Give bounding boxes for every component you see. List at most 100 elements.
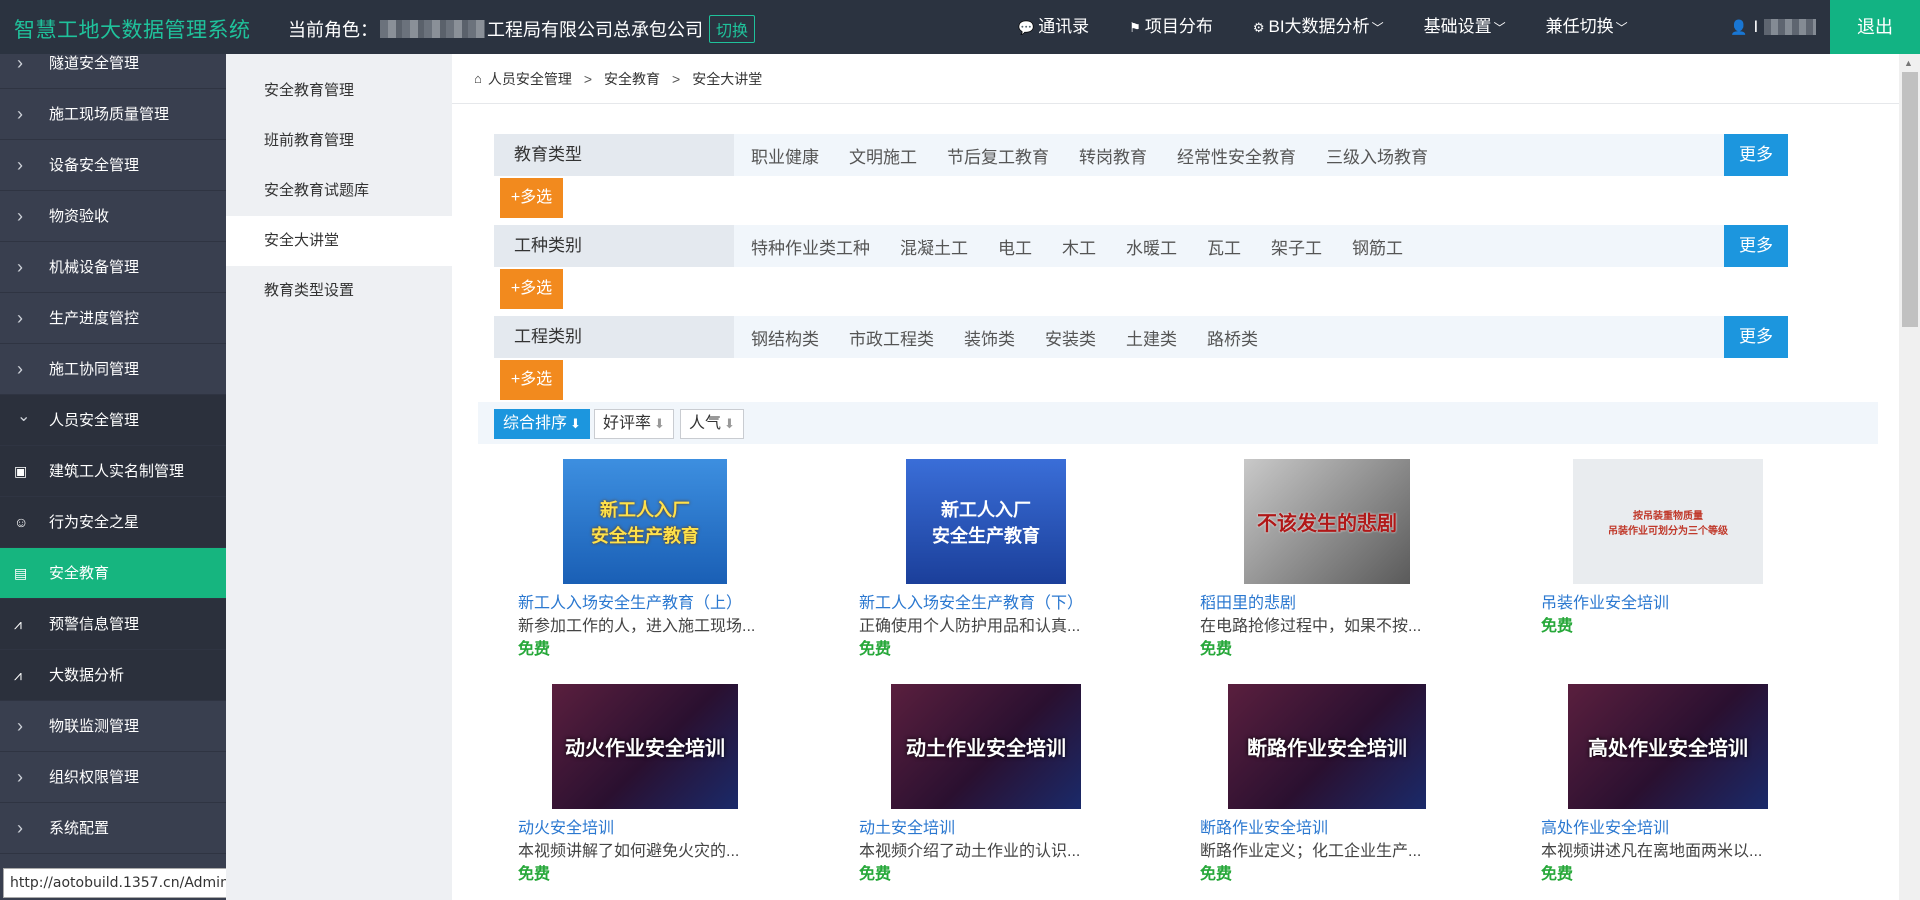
- video-title[interactable]: 高处作业安全培训: [1541, 814, 1669, 838]
- topnav-label: 通讯录: [1038, 17, 1090, 36]
- sort-button[interactable]: 人气 ⬇: [680, 409, 744, 439]
- price-badge: 免费: [1541, 618, 1574, 635]
- video-thumbnail[interactable]: 断路作业安全培训: [1228, 684, 1426, 809]
- submenu-item[interactable]: 安全教育试题库: [226, 166, 452, 216]
- main-content: ⌂ 人员安全管理 > 安全教育 > 安全大讲堂 教育类型 职业健康 文明施工 节后复工…: [452, 54, 1899, 900]
- sidebar-item-label: 物资验收: [49, 208, 110, 225]
- video-title[interactable]: 新工人入场安全生产教育（上）: [518, 589, 742, 613]
- submenu-item[interactable]: 班前教育管理: [226, 116, 452, 166]
- logout-button[interactable]: 退出: [1830, 0, 1920, 54]
- filter-option[interactable]: 钢结构类: [734, 325, 834, 350]
- chevron-right-icon: ›: [17, 308, 23, 328]
- topnav-label: BI大数据分析: [1268, 17, 1370, 36]
- scroll-up-icon[interactable]: ▲: [1904, 58, 1913, 68]
- sidebar-item[interactable]: ⩘ 预警信息管理: [0, 599, 226, 650]
- video-thumbnail[interactable]: 新工人入厂 安全生产教育: [906, 459, 1066, 584]
- sidebar-item[interactable]: ☺ 行为安全之星: [0, 497, 226, 548]
- sidebar-item[interactable]: ▤ 安全教育: [0, 548, 226, 599]
- filter-option[interactable]: 木工: [1047, 234, 1111, 259]
- sidebar-item[interactable]: › 生产进度管控: [0, 293, 226, 344]
- filter-option[interactable]: 电工: [983, 234, 1047, 259]
- filter-option[interactable]: 装饰类: [949, 325, 1030, 350]
- filter-row: 工程类别 钢结构类 市政工程类 装饰类 安装类 土建类 路桥类 更多: [494, 316, 1788, 358]
- scrollbar-thumb[interactable]: [1902, 72, 1918, 327]
- scrollbar[interactable]: ▲: [1899, 54, 1920, 900]
- topnav-item[interactable]: ⚑ 项目分布: [1109, 0, 1233, 54]
- sidebar-item[interactable]: › 设备安全管理: [0, 140, 226, 191]
- breadcrumb-separator: >: [672, 70, 681, 87]
- video-thumbnail[interactable]: 按吊装重物质量 吊装作业可划分为三个等级: [1573, 459, 1763, 584]
- price-badge: 免费: [859, 641, 892, 658]
- sort-button[interactable]: 综合排序 ⬇: [494, 409, 590, 439]
- sidebar-item[interactable]: › 系统配置: [0, 803, 226, 854]
- sidebar-item[interactable]: › 物联监测管理: [0, 701, 226, 752]
- filter-option[interactable]: 水暖工: [1111, 234, 1192, 259]
- app-title[interactable]: 智慧工地大数据管理系统: [14, 14, 251, 44]
- filter-option[interactable]: 瓦工: [1192, 234, 1256, 259]
- submenu-item[interactable]: 安全大讲堂: [226, 216, 452, 266]
- sidebar-item[interactable]: ⩘ 大数据分析: [0, 650, 226, 701]
- multi-select-button[interactable]: +多选: [500, 269, 563, 309]
- topnav-item[interactable]: 💬 通讯录: [998, 0, 1109, 54]
- filter-option[interactable]: 市政工程类: [834, 325, 949, 350]
- filter-option[interactable]: 转岗教育: [1064, 143, 1162, 168]
- sidebar-item-label: 行为安全之星: [49, 514, 140, 531]
- submenu-item[interactable]: 安全教育管理: [226, 66, 452, 116]
- topnav-item[interactable]: ⚙ BI大数据分析 ﹀: [1233, 0, 1404, 54]
- video-card: 新工人入厂 安全生产教育 新工人入场安全生产教育（上） 新参加工作的人，进入施工现场…: [498, 459, 798, 664]
- filter-row: 教育类型 职业健康 文明施工 节后复工教育 转岗教育 经常性安全教育 三级入场教育 更多: [494, 134, 1788, 176]
- more-button[interactable]: 更多: [1724, 134, 1788, 176]
- multi-select-button[interactable]: +多选: [500, 178, 563, 218]
- price-badge: 免费: [1200, 641, 1233, 658]
- sort-button[interactable]: 好评率 ⬇: [594, 409, 674, 439]
- filter-option[interactable]: 职业健康: [734, 143, 834, 168]
- breadcrumb: ⌂ 人员安全管理 > 安全教育 > 安全大讲堂: [452, 54, 1899, 104]
- video-title[interactable]: 断路作业安全培训: [1200, 814, 1328, 838]
- video-thumbnail[interactable]: 新工人入厂 安全生产教育: [563, 459, 727, 584]
- switch-role-button[interactable]: 切换: [709, 15, 756, 43]
- video-thumbnail[interactable]: 动火作业安全培训: [552, 684, 738, 809]
- breadcrumb-item[interactable]: 安全教育: [604, 69, 660, 89]
- filter-option[interactable]: 混凝土工: [885, 234, 983, 259]
- video-title[interactable]: 动火安全培训: [518, 814, 614, 838]
- sidebar-item[interactable]: ⌄ 人员安全管理: [0, 395, 226, 446]
- chevron-right-icon: ›: [17, 155, 23, 175]
- video-card: 断路作业安全培训 断路作业安全培训 断路作业定义；化工企业生产... 免费: [1180, 684, 1480, 889]
- sidebar-item[interactable]: › 施工现场质量管理: [0, 89, 226, 140]
- filter-option[interactable]: 土建类: [1111, 325, 1192, 350]
- sidebar-item[interactable]: ▣ 建筑工人实名制管理: [0, 446, 226, 497]
- filter-option[interactable]: 钢筋工: [1337, 234, 1418, 259]
- filter-option[interactable]: 节后复工教育: [932, 143, 1064, 168]
- video-title[interactable]: 稻田里的悲剧: [1200, 589, 1296, 613]
- video-title[interactable]: 吊装作业安全培训: [1541, 589, 1669, 613]
- video-thumbnail[interactable]: 动土作业安全培训: [891, 684, 1081, 809]
- sort-label: 综合排序: [503, 415, 568, 432]
- video-description: 断路作业定义；化工企业生产...: [1200, 843, 1422, 860]
- sidebar-item[interactable]: › 组织权限管理: [0, 752, 226, 803]
- multi-select-button[interactable]: +多选: [500, 360, 563, 400]
- filter-option[interactable]: 路桥类: [1192, 325, 1273, 350]
- sidebar-item[interactable]: › 物资验收: [0, 191, 226, 242]
- sidebar-item[interactable]: › 机械设备管理: [0, 242, 226, 293]
- breadcrumb-item[interactable]: 人员安全管理: [488, 69, 572, 89]
- submenu-item[interactable]: 教育类型设置: [226, 266, 452, 316]
- video-thumbnail[interactable]: 不该发生的悲剧: [1244, 459, 1410, 584]
- topnav-item[interactable]: 基础设置 ﹀: [1404, 0, 1526, 54]
- sidebar-item[interactable]: › 隧道安全管理: [0, 54, 226, 89]
- video-thumbnail[interactable]: 高处作业安全培训: [1568, 684, 1768, 809]
- filter-option[interactable]: 三级入场教育: [1311, 143, 1443, 168]
- filter-option[interactable]: 安装类: [1030, 325, 1111, 350]
- topnav-label: 兼任切换: [1545, 17, 1614, 36]
- filter-option[interactable]: 架子工: [1256, 234, 1337, 259]
- topnav-item[interactable]: 兼任切换 ﹀: [1526, 0, 1648, 54]
- video-title[interactable]: 动土安全培训: [859, 814, 955, 838]
- sidebar-item[interactable]: › 施工协同管理: [0, 344, 226, 395]
- more-button[interactable]: 更多: [1724, 225, 1788, 267]
- filter-option[interactable]: 特种作业类工种: [734, 234, 885, 259]
- filter-option[interactable]: 文明施工: [834, 143, 932, 168]
- home-icon[interactable]: ⌂: [474, 71, 482, 86]
- filter-option[interactable]: 经常性安全教育: [1162, 143, 1311, 168]
- more-button[interactable]: 更多: [1724, 316, 1788, 358]
- user-menu[interactable]: 👤 I: [1730, 0, 1817, 54]
- video-title[interactable]: 新工人入场安全生产教育（下）: [859, 589, 1083, 613]
